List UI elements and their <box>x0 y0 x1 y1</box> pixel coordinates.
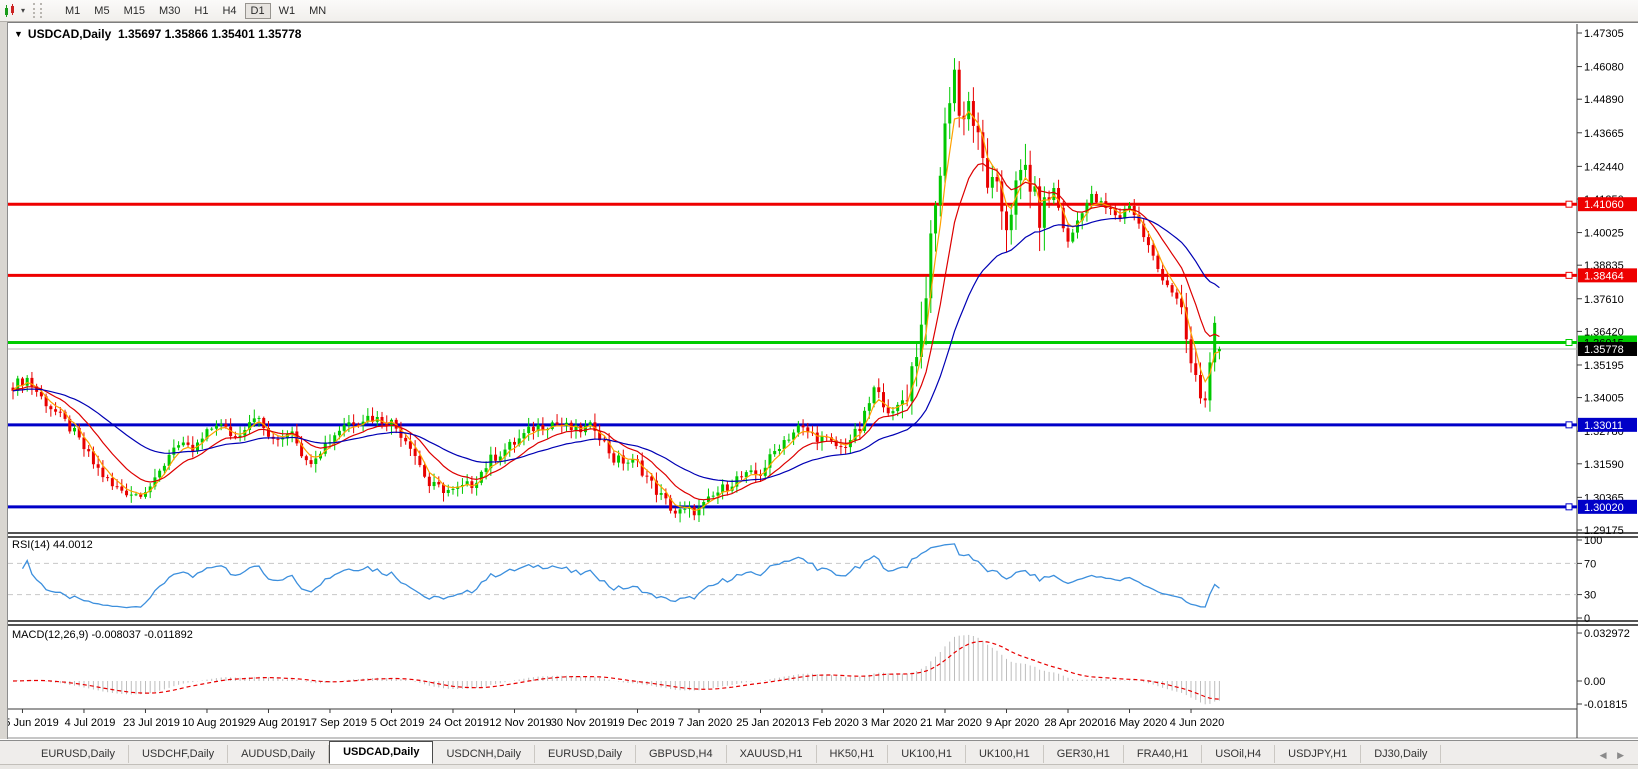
svg-text:29 Aug 2019: 29 Aug 2019 <box>244 717 306 729</box>
svg-text:1.35195: 1.35195 <box>1584 360 1624 372</box>
timeframe-button[interactable]: MN <box>303 3 332 19</box>
status-strip <box>0 764 1638 769</box>
date-axis[interactable]: 15 Jun 2019 4 Jul 2019 23 Jul 2019 10 Aug 2… <box>0 709 1224 729</box>
chart-type-button[interactable]: ▾ <box>0 1 29 20</box>
svg-text:1.44890: 1.44890 <box>1584 94 1624 106</box>
svg-text:5 Oct 2019: 5 Oct 2019 <box>371 717 425 729</box>
svg-text:1.43665: 1.43665 <box>1584 128 1624 140</box>
toolbar-grip[interactable] <box>33 3 43 18</box>
svg-text:1.47305: 1.47305 <box>1584 28 1624 40</box>
svg-text:12 Nov 2019: 12 Nov 2019 <box>489 717 551 729</box>
svg-text:17 Sep 2019: 17 Sep 2019 <box>305 717 367 729</box>
svg-text:24 Oct 2019: 24 Oct 2019 <box>429 717 489 729</box>
timeframe-button[interactable]: M1 <box>59 3 86 19</box>
timeframe-button[interactable]: H4 <box>216 3 242 19</box>
chart-tab[interactable]: AUDUSD,Daily <box>228 745 330 763</box>
svg-text:1.46080: 1.46080 <box>1584 62 1624 74</box>
chart-tab[interactable]: HK50,H1 <box>817 745 889 763</box>
svg-text:1.30020: 1.30020 <box>1584 502 1624 514</box>
svg-text:1.38464: 1.38464 <box>1584 270 1624 282</box>
svg-text:9 Apr 2020: 9 Apr 2020 <box>986 717 1039 729</box>
chart-tab[interactable]: EURUSD,Daily <box>28 745 129 763</box>
chart-tab[interactable]: FRA40,H1 <box>1124 745 1203 763</box>
chart-tab-bar: EURUSD,Daily USDCHF,Daily AUDUSD,Daily USDC… <box>0 740 1638 764</box>
rsi-indicator-label: RSI(14) 44.0012 <box>12 539 93 551</box>
chart-title: ▼ USDCAD,Daily 1.35697 1.35866 1.35401 1.… <box>14 27 301 41</box>
chart-tab[interactable]: USDJPY,H1 <box>1275 745 1362 763</box>
timeframe-button[interactable]: M30 <box>153 3 186 19</box>
svg-text:0: 0 <box>1584 613 1590 625</box>
chart-tabs: EURUSD,Daily USDCHF,Daily AUDUSD,Daily USDC… <box>28 741 1442 764</box>
chart-canvas[interactable]: 1.473051.460801.448901.436651.424401.412… <box>0 0 1638 768</box>
svg-text:15 Jun 2019: 15 Jun 2019 <box>0 717 59 729</box>
chart-tab[interactable]: GBPUSD,H4 <box>636 745 727 763</box>
svg-text:28 Apr 2020: 28 Apr 2020 <box>1044 717 1103 729</box>
timeframe-button[interactable]: W1 <box>273 3 302 19</box>
chart-type-icon <box>5 3 14 17</box>
svg-text:7 Jan 2020: 7 Jan 2020 <box>678 717 732 729</box>
chart-tab[interactable]: XAUUSD,H1 <box>727 745 817 763</box>
price-axis[interactable]: 1.473051.460801.448901.436651.424401.412… <box>1577 28 1624 537</box>
chart-tab[interactable]: EURUSD,Daily <box>535 745 636 763</box>
chart-tab[interactable]: USDCAD,Daily <box>329 741 434 764</box>
svg-text:1.33011: 1.33011 <box>1584 420 1623 432</box>
svg-text:19 Dec 2019: 19 Dec 2019 <box>612 717 674 729</box>
svg-text:16 May 2020: 16 May 2020 <box>1104 717 1168 729</box>
svg-text:25 Jan 2020: 25 Jan 2020 <box>736 717 797 729</box>
chart-ohlc-values: 1.35697 1.35866 1.35401 1.35778 <box>117 27 302 41</box>
svg-text:1.40025: 1.40025 <box>1584 228 1624 240</box>
top-toolbar: ▾ M1 M5 M15 M30 H1 H4 D1 W1 MN <box>0 0 1638 22</box>
svg-text:0.00: 0.00 <box>1584 676 1605 688</box>
svg-text:30: 30 <box>1584 590 1596 602</box>
svg-text:3 Mar 2020: 3 Mar 2020 <box>862 717 918 729</box>
chart-tab[interactable]: USDCNH,Daily <box>433 745 536 763</box>
macd-axis: 0.032972 0.00 -0.01815 <box>1577 628 1630 711</box>
one-click-trading-toggle[interactable]: ▼ <box>14 29 23 39</box>
candlestick-series <box>11 58 1221 523</box>
macd-indicator-label: MACD(12,26,9) -0.008037 -0.011892 <box>12 629 193 641</box>
svg-text:1.35778: 1.35778 <box>1584 344 1624 356</box>
timeframe-button[interactable]: H1 <box>188 3 214 19</box>
svg-text:13 Feb 2020: 13 Feb 2020 <box>797 717 859 729</box>
svg-text:1.31590: 1.31590 <box>1584 459 1624 471</box>
chart-tab[interactable]: USDCHF,Daily <box>129 745 229 763</box>
horizontal-level-lines[interactable] <box>8 200 1577 511</box>
chevron-down-icon[interactable]: ▾ <box>21 6 25 15</box>
macd-signal-line <box>12 640 1220 700</box>
svg-text:1.34005: 1.34005 <box>1584 393 1624 405</box>
panel-separator[interactable] <box>0 532 1638 538</box>
chart-tab[interactable]: USOil,H4 <box>1202 745 1276 763</box>
svg-text:70: 70 <box>1584 558 1596 570</box>
timeframe-button[interactable]: D1 <box>244 2 271 19</box>
svg-text:0.032972: 0.032972 <box>1584 628 1630 640</box>
svg-text:1.41060: 1.41060 <box>1584 199 1624 211</box>
svg-text:-0.01815: -0.01815 <box>1584 699 1627 711</box>
chart-tab[interactable]: UK100,H1 <box>888 745 966 763</box>
macd-histogram <box>17 634 1220 705</box>
macd-panel: 0.032972 0.00 -0.01815 <box>12 628 1630 711</box>
svg-text:100: 100 <box>1584 535 1602 547</box>
panel-separator[interactable] <box>0 620 1638 626</box>
svg-text:21 Mar 2020: 21 Mar 2020 <box>920 717 982 729</box>
rsi-axis: 100 70 30 0 <box>1577 535 1602 625</box>
window-left-border <box>0 22 8 739</box>
svg-text:30 Nov 2019: 30 Nov 2019 <box>551 717 613 729</box>
timeframe-button[interactable]: M5 <box>88 3 115 19</box>
tab-scroll-arrows[interactable]: ◀ ▶ <box>1600 750 1638 761</box>
chart-tab[interactable]: GER30,H1 <box>1044 745 1124 763</box>
rsi-panel: 100 70 30 0 <box>8 535 1602 625</box>
timeframe-group: M1 M5 M15 M30 H1 H4 D1 W1 MN <box>58 0 333 21</box>
chart-tab[interactable]: DJ30,Daily <box>1361 745 1442 763</box>
chart-symbol-label: USDCAD,Daily <box>27 27 112 41</box>
svg-text:23 Jul 2019: 23 Jul 2019 <box>123 717 180 729</box>
svg-text:4 Jul 2019: 4 Jul 2019 <box>65 717 116 729</box>
svg-text:1.42440: 1.42440 <box>1584 161 1624 173</box>
svg-text:4 Jun 2020: 4 Jun 2020 <box>1170 717 1224 729</box>
rsi-line <box>21 543 1220 609</box>
chart-tab[interactable]: UK100,H1 <box>966 745 1044 763</box>
timeframe-button[interactable]: M15 <box>118 3 151 19</box>
svg-text:1.37610: 1.37610 <box>1584 294 1624 306</box>
svg-text:10 Aug 2019: 10 Aug 2019 <box>182 717 244 729</box>
